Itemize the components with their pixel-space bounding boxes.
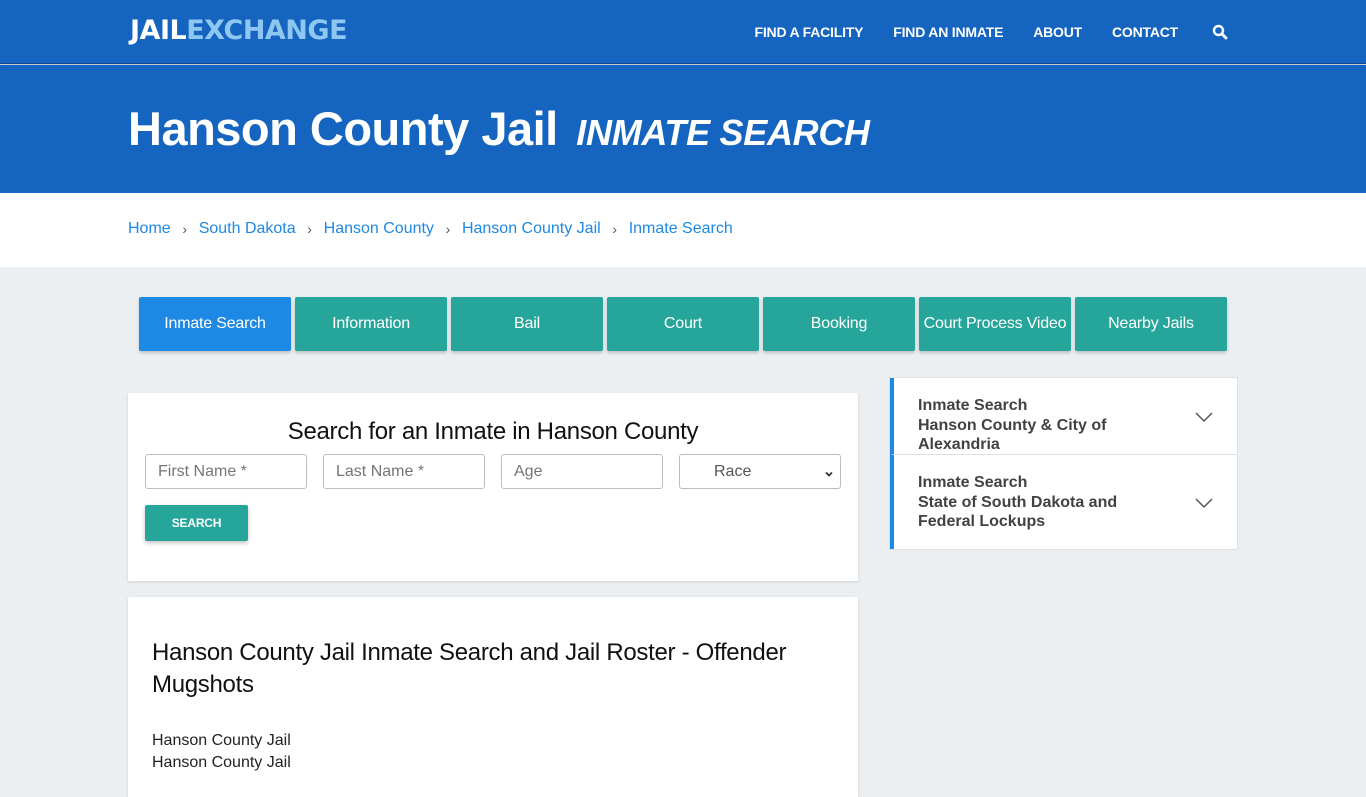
hero-banner: Hanson County Jail INMATE SEARCH	[0, 65, 1366, 193]
search-icon[interactable]	[1212, 24, 1228, 40]
race-select[interactable]: Race	[679, 454, 841, 489]
sidebar-item-county-search[interactable]: Inmate Search Hanson County & City of Al…	[890, 378, 1237, 454]
breadcrumb-jail[interactable]: Hanson County Jail	[462, 220, 601, 238]
page-title: Hanson County Jail INMATE SEARCH	[128, 101, 870, 156]
chevron-right-icon: ›	[307, 221, 312, 237]
info-line: Hanson County Jail	[152, 732, 291, 749]
search-form-title: Search for an Inmate in Hanson County	[287, 418, 699, 445]
chevron-right-icon: ›	[182, 221, 188, 237]
tab-court-process-video[interactable]: Court Process Video	[919, 297, 1071, 351]
breadcrumb-county[interactable]: Hanson County	[324, 220, 434, 238]
nav-find-facility[interactable]: FIND A FACILITY	[755, 24, 864, 40]
breadcrumb-bar: Home › South Dakota › Hanson County › Ha…	[0, 193, 1366, 267]
breadcrumb-state[interactable]: South Dakota	[199, 220, 296, 238]
tab-booking[interactable]: Booking	[763, 297, 915, 351]
breadcrumb: Home › South Dakota › Hanson County › Ha…	[128, 220, 733, 238]
sidebar-item-title: Inmate Search	[918, 474, 1028, 491]
section-tabs: Inmate Search Information Bail Court Boo…	[139, 297, 1231, 351]
race-select-value: Race	[714, 462, 752, 480]
sidebar-item-subtitle: State of South Dakota and Federal Lockup…	[918, 493, 1118, 531]
chevron-down-icon	[1195, 495, 1213, 515]
tab-bail[interactable]: Bail	[451, 297, 603, 351]
chevron-right-icon: ›	[612, 221, 618, 237]
inmate-search-card: Search for an Inmate in Hanson County Ra…	[128, 393, 858, 581]
sidebar-item-title: Inmate Search	[918, 397, 1028, 414]
tab-nearby-jails[interactable]: Nearby Jails	[1075, 297, 1227, 351]
jail-info-card: Hanson County Jail Inmate Search and Jai…	[128, 597, 858, 797]
info-heading: Hanson County Jail Inmate Search and Jai…	[152, 639, 787, 698]
main-nav: FIND A FACILITY FIND AN INMATE ABOUT CON…	[725, 0, 1228, 64]
tab-court[interactable]: Court	[607, 297, 759, 351]
nav-contact[interactable]: CONTACT	[1112, 24, 1178, 40]
tab-information[interactable]: Information	[295, 297, 447, 351]
chevron-down-icon	[824, 466, 834, 484]
logo-jail: JAIL	[130, 15, 187, 46]
breadcrumb-home[interactable]: Home	[128, 220, 171, 238]
sidebar-item-state-search[interactable]: Inmate Search State of South Dakota and …	[890, 454, 1237, 549]
tab-inmate-search[interactable]: Inmate Search	[139, 297, 291, 351]
last-name-input[interactable]	[323, 454, 485, 489]
search-button[interactable]: SEARCH	[145, 505, 248, 541]
age-input[interactable]	[501, 454, 663, 489]
sidebar-accordion: Inmate Search Hanson County & City of Al…	[889, 377, 1238, 550]
page-title-subtitle: INMATE SEARCH	[576, 112, 870, 153]
info-line: Hanson County Jail	[152, 754, 291, 771]
nav-find-inmate[interactable]: FIND AN INMATE	[893, 24, 1003, 40]
site-logo[interactable]: JAILEXCHANGE	[130, 15, 348, 46]
chevron-right-icon: ›	[445, 221, 451, 237]
breadcrumb-current[interactable]: Inmate Search	[629, 220, 733, 238]
first-name-input[interactable]	[145, 454, 307, 489]
logo-exchange: EXCHANGE	[186, 15, 348, 46]
sidebar-item-subtitle: Hanson County & City of Alexandria	[918, 416, 1107, 454]
top-navbar: JAILEXCHANGE FIND A FACILITY FIND AN INM…	[0, 0, 1366, 64]
nav-about[interactable]: ABOUT	[1033, 24, 1082, 40]
chevron-down-icon	[1195, 409, 1213, 429]
page-title-main: Hanson County Jail	[128, 102, 558, 155]
